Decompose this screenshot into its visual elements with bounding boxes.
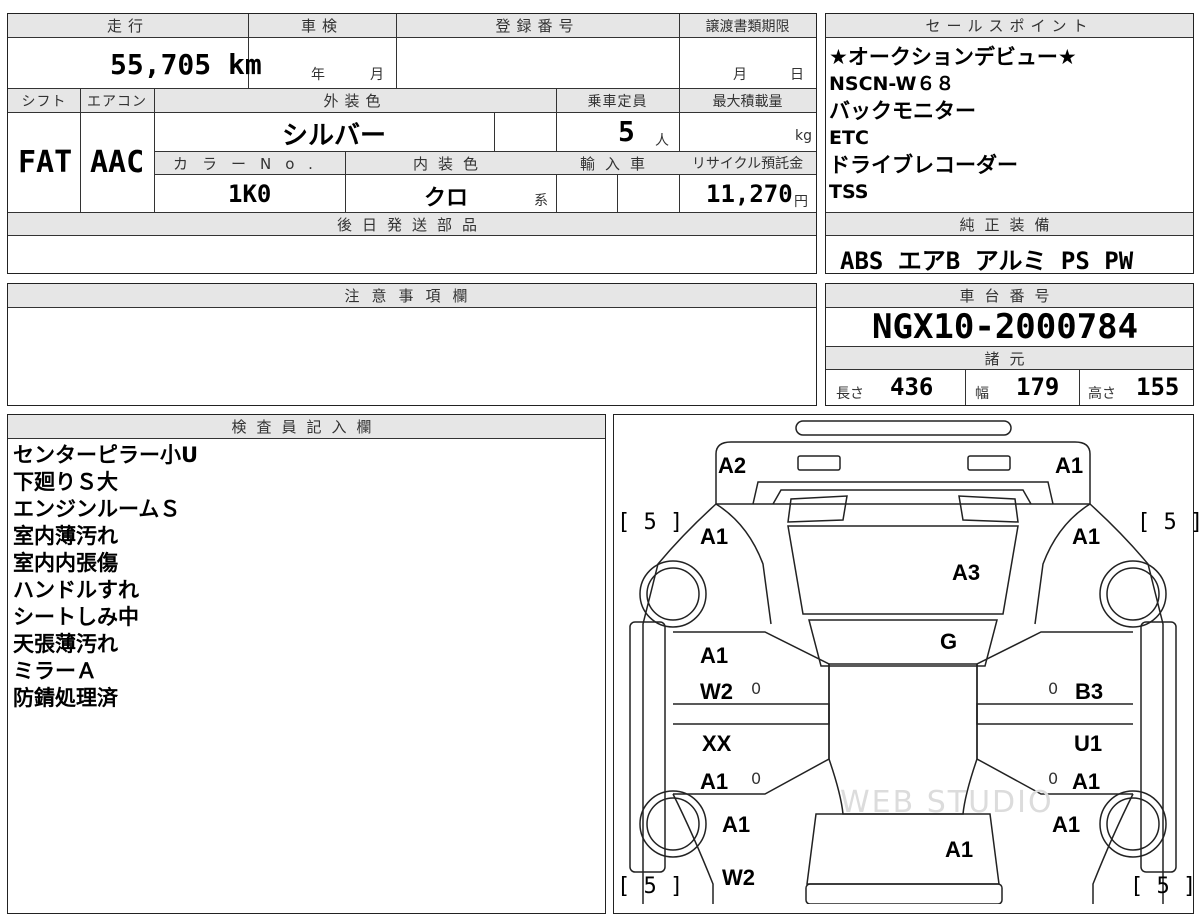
label-fender-fr: A1 xyxy=(1072,524,1101,549)
sales-point-item: NSCN-W６８ xyxy=(829,73,955,95)
recycle-value: 11,270 xyxy=(706,180,793,208)
tire-front-right: [ 5 ] xyxy=(1137,510,1200,535)
watermark: WEB STUDIO xyxy=(840,785,1054,820)
shift-value: FAT xyxy=(18,145,73,180)
transfer-day: 日 xyxy=(790,67,804,83)
zero-rr: 0 xyxy=(1048,769,1059,788)
capacity-header: 乗車定員 xyxy=(556,89,679,112)
interior-color-value: クロ xyxy=(424,186,469,211)
sales-point-item: バックモニター xyxy=(829,99,976,123)
transfer-month: 月 xyxy=(733,67,747,83)
inspector-note: センターピラー小U xyxy=(13,443,199,467)
shaken-year: 年 xyxy=(311,67,325,83)
label-front-right: A1 xyxy=(1055,453,1084,478)
specs-header: 諸元 xyxy=(826,347,1193,369)
notes-header: 注意事項欄 xyxy=(8,284,816,307)
label-front-left: A2 xyxy=(718,453,747,478)
aircon-value: AAC xyxy=(90,145,145,180)
inspector-header: 検査員記入欄 xyxy=(8,415,605,438)
inspector-note: 室内薄汚れ xyxy=(13,524,118,548)
later-parts-header: 後日発送部品 xyxy=(8,213,816,235)
transfer-deadline-header: 譲渡書類期限 xyxy=(679,14,816,37)
inspector-note: ハンドルすれ xyxy=(13,578,139,602)
label-quarter-rr: A1 xyxy=(1052,812,1081,837)
max-load-header: 最大積載量 xyxy=(679,89,816,112)
inspector-note: エンジンルームＳ xyxy=(13,497,181,521)
label-door-rl-1: XX xyxy=(702,731,732,756)
label-quarter-rl: A1 xyxy=(722,812,751,837)
exterior-color-header: 外装色 xyxy=(154,89,556,112)
interior-color-suffix: 系 xyxy=(534,193,548,209)
equipment-value: ABS エアB アルミ PS PW xyxy=(840,247,1134,275)
inspector-note: ミラーＡ xyxy=(13,659,97,683)
label-windshield: G xyxy=(940,629,958,654)
color-no-header: カラーNo. xyxy=(155,152,345,174)
tire-front-left: [ 5 ] xyxy=(617,510,684,535)
inspector-note: シートしみ中 xyxy=(13,605,139,629)
shaken-month: 月 xyxy=(370,67,384,83)
recycle-unit: 円 xyxy=(794,194,808,210)
capacity-unit: 人 xyxy=(655,133,669,149)
sales-point-item: TSS xyxy=(829,181,869,203)
label-fender-fl: A1 xyxy=(700,524,729,549)
label-rear-left: W2 xyxy=(722,865,755,890)
sales-points-list: ★オークションデビュー★ NSCN-W６８ バックモニター ETC ドライブレコ… xyxy=(829,44,1191,206)
sales-point-item: ETC xyxy=(829,127,869,149)
equipment-header: 純正装備 xyxy=(826,213,1193,235)
label-door-rl-2: A1 xyxy=(700,769,729,794)
label-door-rr-1: U1 xyxy=(1074,731,1103,756)
sales-point-item: ★オークションデビュー★ xyxy=(829,45,1077,69)
shift-header: シフト xyxy=(8,89,80,112)
tire-rear-right: [ 5 ] xyxy=(1130,874,1197,899)
label-door-fl-1: A1 xyxy=(700,643,729,668)
length-value: 436 xyxy=(890,373,934,401)
sales-point-item: ドライブレコーダー xyxy=(829,153,1018,177)
inspector-notes-list: センターピラー小U 下廻りＳ大 エンジンルームＳ 室内薄汚れ 室内内張傷 ハンド… xyxy=(13,442,593,712)
recycle-header: リサイクル預託金 xyxy=(679,152,816,174)
label-door-rr-2: A1 xyxy=(1072,769,1101,794)
width-value: 179 xyxy=(1016,373,1060,401)
length-label: 長さ xyxy=(836,386,864,402)
import-header: 輸入車 xyxy=(556,152,679,174)
label-roof: A1 xyxy=(945,837,974,862)
max-load-unit: kg xyxy=(795,128,812,144)
mileage-header: 走行 xyxy=(8,14,248,37)
zero-fr: 0 xyxy=(1048,679,1059,698)
label-door-fl-2: W2 xyxy=(700,679,733,704)
width-label: 幅 xyxy=(975,386,989,402)
registration-header: 登録番号 xyxy=(396,14,679,37)
color-no-value: 1K0 xyxy=(228,180,272,208)
tire-rear-left: [ 5 ] xyxy=(617,874,684,899)
inspector-note: 下廻りＳ大 xyxy=(13,470,118,494)
label-door-fr: B3 xyxy=(1075,679,1104,704)
shaken-header: 車検 xyxy=(248,14,396,37)
height-value: 155 xyxy=(1136,373,1180,401)
inspector-note: 防錆処理済 xyxy=(13,686,118,710)
chassis-header: 車台番号 xyxy=(826,284,1193,307)
exterior-color-value: シルバー xyxy=(282,121,387,151)
inspector-note: 室内内張傷 xyxy=(13,551,118,575)
mileage-value: 55,705 km xyxy=(110,48,262,81)
height-label: 高さ xyxy=(1088,386,1116,402)
chassis-number: NGX10-2000784 xyxy=(872,307,1139,347)
capacity-value: 5 xyxy=(618,115,635,148)
aircon-header: エアコン xyxy=(80,89,154,112)
sales-points-header: セールスポイント xyxy=(826,14,1193,37)
inspector-note: 天張薄汚れ xyxy=(13,632,118,656)
interior-color-header: 内装色 xyxy=(345,152,556,174)
zero-rl: 0 xyxy=(751,769,762,788)
zero-fl: 0 xyxy=(751,679,762,698)
label-hood: A3 xyxy=(952,560,981,585)
